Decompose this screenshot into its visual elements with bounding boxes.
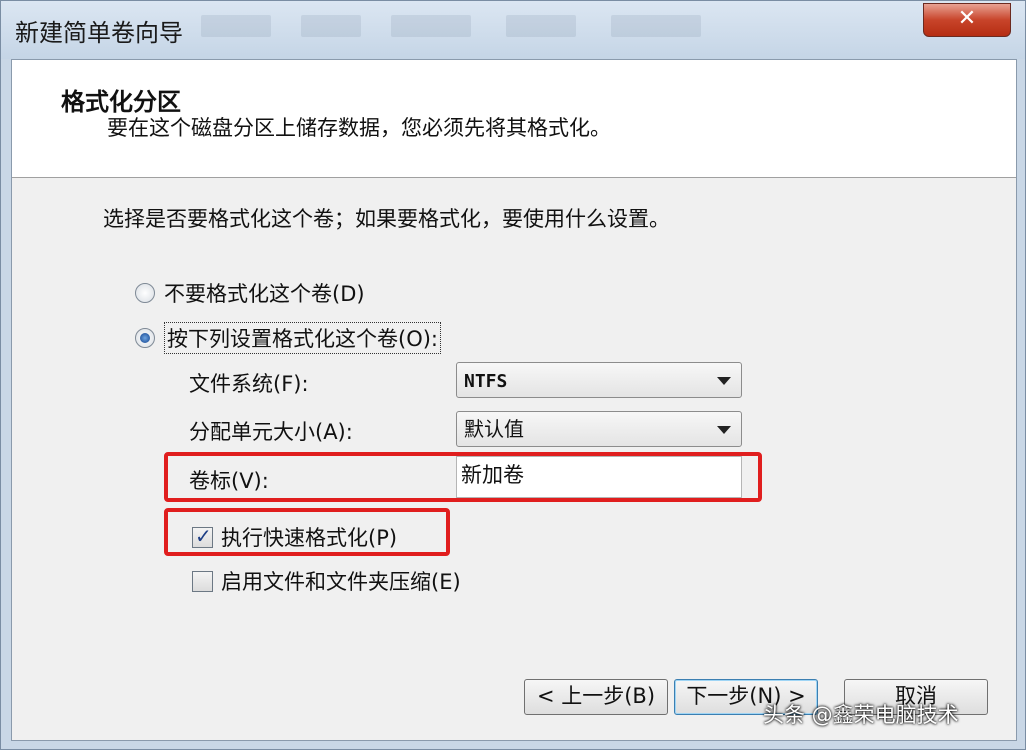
radio-no-format[interactable]: 不要格式化这个卷(D) bbox=[135, 278, 365, 308]
allocation-unit-label: 分配单元大小(A): bbox=[189, 420, 353, 444]
titlebar-background-text bbox=[201, 15, 271, 37]
chevron-down-icon bbox=[717, 426, 731, 434]
titlebar-background-text bbox=[506, 15, 576, 37]
radio-label: 不要格式化这个卷(D) bbox=[164, 282, 365, 306]
titlebar-background-text bbox=[301, 15, 361, 37]
wizard-header: 格式化分区 要在这个磁盘分区上储存数据，您必须先将其格式化。 bbox=[12, 60, 1016, 178]
chevron-down-icon bbox=[717, 377, 731, 385]
file-system-label: 文件系统(F): bbox=[189, 372, 309, 396]
radio-label: 按下列设置格式化这个卷(O): bbox=[164, 322, 441, 354]
page-description: 要在这个磁盘分区上储存数据，您必须先将其格式化。 bbox=[107, 116, 611, 140]
checkbox-compression[interactable]: 启用文件和文件夹压缩(E) bbox=[192, 566, 461, 596]
close-button[interactable]: ✕ bbox=[923, 3, 1011, 37]
wizard-client-area: 格式化分区 要在这个磁盘分区上储存数据，您必须先将其格式化。 选择是否要格式化这… bbox=[11, 59, 1017, 741]
instruction-text: 选择是否要格式化这个卷；如果要格式化，要使用什么设置。 bbox=[103, 207, 670, 231]
checkbox[interactable] bbox=[192, 570, 213, 592]
allocation-unit-select[interactable]: 默认值 bbox=[456, 411, 742, 447]
file-system-select[interactable]: NTFS bbox=[456, 362, 742, 398]
titlebar-background-text bbox=[611, 15, 701, 37]
title-bar[interactable]: 新建简单卷向导 ✕ bbox=[1, 1, 1025, 59]
radio-format[interactable]: 按下列设置格式化这个卷(O): bbox=[135, 322, 441, 354]
checkbox-label: 启用文件和文件夹压缩(E) bbox=[221, 570, 461, 594]
back-button[interactable]: < 上一步(B) bbox=[524, 679, 668, 715]
window-title: 新建简单卷向导 bbox=[15, 19, 183, 47]
file-system-value: NTFS bbox=[464, 371, 508, 392]
titlebar-background-text bbox=[391, 15, 471, 37]
close-icon: ✕ bbox=[957, 6, 977, 31]
allocation-unit-value: 默认值 bbox=[464, 417, 524, 441]
watermark: 头条 @鑫荣电脑技术 bbox=[763, 703, 959, 727]
radio-button-selected[interactable] bbox=[135, 328, 155, 348]
radio-button[interactable] bbox=[135, 283, 155, 303]
red-highlight-volume-label bbox=[164, 452, 762, 502]
red-highlight-quick-format bbox=[164, 508, 450, 556]
wizard-window: 新建简单卷向导 ✕ 格式化分区 要在这个磁盘分区上储存数据，您必须先将其格式化。… bbox=[0, 0, 1026, 750]
